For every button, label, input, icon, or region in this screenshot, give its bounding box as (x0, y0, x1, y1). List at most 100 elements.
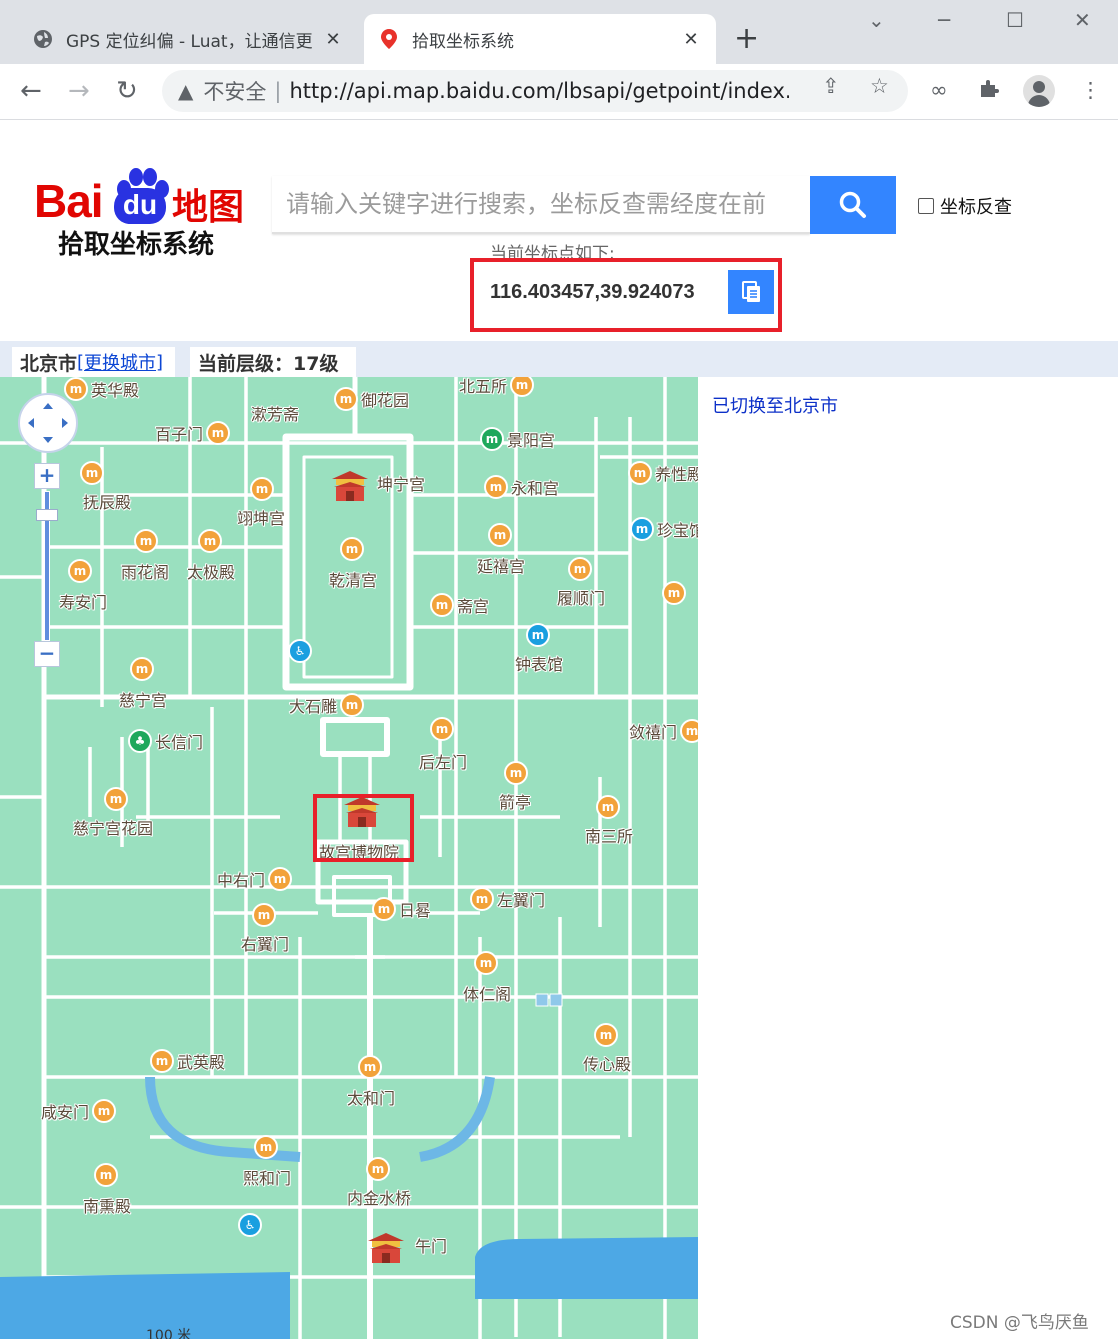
poi-marker[interactable]: 北五所 m (456, 377, 535, 397)
poi-label[interactable]: 慈宁宫花园 (70, 815, 156, 839)
museum-pin-icon: m (206, 421, 231, 445)
poi-label[interactable]: 午门 (412, 1233, 450, 1257)
poi-marker[interactable]: ♣ 长信门 (128, 729, 206, 753)
poi-marker[interactable]: m 左翼门 (470, 887, 548, 911)
back-arrow-icon[interactable]: ← (20, 76, 42, 106)
poi-marker[interactable]: 大石雕 m (286, 693, 365, 717)
poi-label[interactable]: 体仁阁 (460, 981, 514, 1005)
poi-marker[interactable]: 坤宁宫 (374, 471, 428, 495)
poi-marker[interactable]: m (250, 477, 274, 501)
poi-label[interactable]: 延禧宫 (474, 553, 528, 577)
poi-marker[interactable]: m (104, 787, 128, 811)
new-tab-button[interactable]: + (734, 24, 759, 54)
poi-marker[interactable]: m 御花园 (334, 387, 412, 411)
poi-marker[interactable]: m (430, 717, 454, 741)
poi-marker[interactable]: m (488, 523, 512, 547)
zoom-in-button[interactable]: + (34, 463, 60, 489)
poi-label[interactable]: 抚辰殿 (80, 489, 134, 513)
extensions-puzzle-icon[interactable] (978, 78, 1000, 105)
poi-label[interactable]: 乾清宫 (326, 567, 380, 591)
extension-infinity-icon[interactable]: ∞ (930, 78, 948, 102)
poi-marker[interactable]: 敛禧门 m (626, 719, 698, 743)
profile-avatar[interactable] (1023, 75, 1055, 107)
poi-marker[interactable]: m (594, 1023, 618, 1047)
reload-icon[interactable]: ↻ (116, 76, 138, 106)
search-button[interactable] (810, 176, 896, 234)
poi-marker[interactable]: 漱芳斋 (248, 401, 302, 425)
minimize-icon[interactable]: ─ (938, 8, 950, 32)
pan-control[interactable] (18, 393, 78, 453)
poi-marker[interactable]: m 永和宫 (484, 475, 562, 499)
poi-marker[interactable]: m 斋宫 (430, 593, 492, 617)
maximize-icon[interactable]: ☐ (1006, 8, 1024, 32)
poi-marker[interactable]: m (254, 1135, 278, 1159)
poi-marker[interactable]: m (130, 657, 154, 681)
poi-marker[interactable]: 百子门 m (152, 421, 231, 445)
poi-label[interactable]: 南三所 (582, 823, 636, 847)
copy-button[interactable] (728, 270, 774, 314)
poi-label[interactable]: 寿安门 (56, 589, 110, 613)
poi-marker[interactable]: 咸安门 m (38, 1099, 117, 1123)
poi-label[interactable]: 内金水桥 (344, 1185, 414, 1209)
search-input[interactable] (272, 176, 810, 232)
poi-marker[interactable]: m (94, 1163, 118, 1187)
forward-arrow-icon[interactable]: → (68, 76, 90, 106)
poi-label[interactable]: 太和门 (344, 1085, 398, 1109)
poi-marker[interactable]: m (198, 529, 222, 553)
poi-marker[interactable]: m (504, 761, 528, 785)
attraction-pin-icon: m (430, 593, 454, 617)
reverse-lookup-toggle[interactable]: 坐标反查 (918, 193, 1012, 219)
zoom-out-button[interactable]: − (34, 641, 60, 667)
tab-close-icon[interactable]: ✕ (680, 29, 702, 50)
poi-marker[interactable]: m 珍宝馆 (630, 517, 698, 541)
change-city-link[interactable]: 更换城市 (84, 349, 156, 375)
park-pin-icon: ♣ (128, 729, 152, 753)
poi-marker[interactable]: m 景阳宫 (480, 427, 558, 451)
poi-marker[interactable]: m 养性殿 (628, 461, 698, 485)
reverse-lookup-checkbox[interactable] (918, 198, 934, 214)
poi-marker[interactable]: m (68, 559, 92, 583)
poi-marker[interactable]: m (340, 537, 364, 561)
poi-marker[interactable]: m (358, 1055, 382, 1079)
poi-marker[interactable]: ♿ (238, 1213, 262, 1237)
address-bar[interactable]: ▲ 不安全 | http://api.map.baidu.com/lbsapi/… (162, 70, 908, 112)
poi-marker[interactable]: ♿ (288, 639, 312, 663)
share-icon[interactable]: ⇪ (822, 74, 840, 98)
baidu-map-logo[interactable]: Bai du 地图 拾取坐标系统 (34, 150, 246, 260)
poi-label[interactable]: 履顺门 (554, 585, 608, 609)
poi-label[interactable]: 翊坤宫 (234, 505, 288, 529)
poi-marker[interactable]: m (252, 903, 276, 927)
poi-label[interactable]: 后左门 (416, 749, 470, 773)
poi-marker[interactable]: m (366, 1157, 390, 1181)
poi-marker[interactable]: m (526, 623, 550, 647)
tab-coordinate-picker[interactable]: 拾取坐标系统 ✕ (364, 14, 716, 64)
poi-marker[interactable]: m (568, 557, 592, 581)
poi-label[interactable]: 太极殿 (184, 559, 238, 583)
poi-label[interactable]: 慈宁宫 (116, 687, 170, 711)
poi-marker[interactable]: 中右门 m (214, 867, 293, 891)
poi-label[interactable]: 钟表馆 (512, 651, 566, 675)
poi-marker[interactable]: m (662, 581, 686, 605)
poi-marker[interactable]: m (80, 461, 104, 485)
attraction-pin-icon: m (504, 761, 528, 785)
tab-search-chevron-icon[interactable]: ⌄ (868, 8, 885, 32)
poi-marker[interactable]: m (596, 795, 620, 819)
poi-label[interactable]: 南熏殿 (80, 1193, 134, 1217)
poi-marker[interactable]: m 日晷 (372, 897, 434, 921)
poi-marker[interactable]: m 武英殿 (150, 1049, 228, 1073)
poi-label[interactable]: 熙和门 (240, 1165, 294, 1189)
map-canvas[interactable]: m 英华殿 m 御花园 漱芳斋 北五所 m m 景阳宫 百子门 m 坤宁宫 m 永和宫 m养… (0, 377, 698, 1339)
pan-arrows-icon (28, 403, 68, 443)
tab-close-icon[interactable]: ✕ (322, 29, 344, 50)
zoom-slider-thumb[interactable] (36, 509, 58, 521)
tab-gps-correction[interactable]: GPS 定位纠偏 - Luat，让通信更 ✕ (18, 14, 358, 64)
poi-label[interactable]: 右翼门 (238, 931, 292, 955)
poi-label[interactable]: 箭亭 (496, 789, 534, 813)
poi-label[interactable]: 传心殿 (580, 1051, 634, 1075)
poi-marker[interactable]: m (474, 951, 498, 975)
poi-marker[interactable]: m (134, 529, 158, 553)
close-window-icon[interactable]: ✕ (1074, 8, 1091, 32)
bookmark-star-icon[interactable]: ☆ (870, 74, 889, 98)
more-menu-icon[interactable]: ⋮ (1080, 78, 1101, 102)
poi-label[interactable]: 雨花阁 (118, 559, 172, 583)
